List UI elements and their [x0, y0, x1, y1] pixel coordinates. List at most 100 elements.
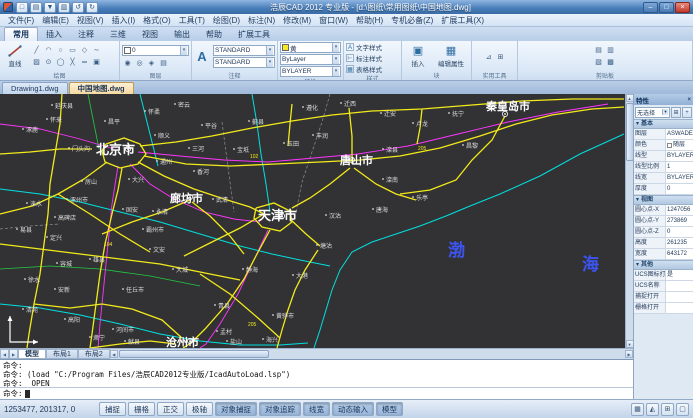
- multiline-icon[interactable]: ═: [79, 57, 90, 68]
- line-icon[interactable]: ╱: [31, 45, 42, 56]
- ellipse-icon[interactable]: ◯: [55, 57, 66, 68]
- clipboard-panel-label[interactable]: 剪贴板: [520, 71, 690, 80]
- ribbon-tab-插入[interactable]: 插入: [38, 28, 70, 41]
- color-select[interactable]: 黄 ▾: [280, 42, 341, 53]
- lineweight-select[interactable]: ByLayer ▾: [280, 54, 341, 65]
- property-row[interactable]: 线型BYLAYER: [634, 151, 693, 162]
- menu-item-窗口(W)[interactable]: 窗口(W): [315, 15, 352, 26]
- status-toggle-正交[interactable]: 正交: [157, 402, 184, 416]
- property-value[interactable]: 273869: [666, 216, 693, 226]
- spline-icon[interactable]: ∼: [91, 45, 102, 56]
- insert-block-button[interactable]: ▣ 插入: [405, 45, 431, 68]
- menu-item-修改(M)[interactable]: 修改(M): [279, 15, 315, 26]
- cut-icon[interactable]: ▧: [593, 57, 604, 68]
- circle-icon[interactable]: ○: [55, 45, 66, 56]
- status-toggle-线宽[interactable]: 线宽: [303, 402, 330, 416]
- property-row[interactable]: 捕捉打开: [634, 292, 693, 303]
- chevron-down-icon[interactable]: ▾: [332, 43, 339, 52]
- construction-line-icon[interactable]: ╳: [67, 57, 78, 68]
- horizontal-scrollbar[interactable]: ◀ ▶: [110, 349, 633, 359]
- undo-icon[interactable]: ↺: [72, 2, 84, 13]
- selection-filter-select[interactable]: 无选择 ▾: [635, 107, 670, 118]
- dim-style-select[interactable]: STANDARD ▾: [213, 57, 275, 68]
- layout-tab-布局1[interactable]: 布局1: [46, 349, 78, 359]
- text-tool-button[interactable]: A: [194, 51, 210, 63]
- horizontal-scroll-thumb[interactable]: [119, 350, 269, 358]
- scroll-left-icon[interactable]: ◀: [110, 350, 118, 358]
- rectangle-icon[interactable]: ▭: [67, 45, 78, 56]
- copy-icon[interactable]: ▥: [605, 45, 616, 56]
- menu-item-扩展工具(X)[interactable]: 扩展工具(X): [437, 15, 488, 26]
- property-row[interactable]: 线型比例1: [634, 162, 693, 173]
- property-value[interactable]: [666, 281, 693, 291]
- property-row[interactable]: 图层ASWADE: [634, 129, 693, 140]
- command-prompt[interactable]: 命令:: [0, 388, 633, 399]
- property-section-header[interactable]: ▾基本: [634, 119, 693, 129]
- layers-panel-label[interactable]: 图层: [122, 71, 189, 80]
- ribbon-tab-三维[interactable]: 三维: [102, 28, 134, 41]
- ribbon-tab-注释[interactable]: 注释: [70, 28, 102, 41]
- model-space-icon[interactable]: ▦: [631, 403, 644, 416]
- palette-close-icon[interactable]: ×: [687, 97, 691, 103]
- redo-icon[interactable]: ↻: [86, 2, 98, 13]
- ribbon-tab-常用[interactable]: 常用: [4, 27, 38, 41]
- properties-palette-header[interactable]: 特性 ×: [634, 94, 693, 105]
- clean-screen-icon[interactable]: ▢: [676, 403, 689, 416]
- table-style-button[interactable]: ▦表格样式: [346, 64, 382, 74]
- layout-tab-模型[interactable]: 模型: [18, 349, 46, 359]
- point-icon[interactable]: ⊙: [43, 57, 54, 68]
- property-row[interactable]: 宽度643172: [634, 249, 693, 260]
- chevron-down-icon[interactable]: ▾: [266, 46, 273, 55]
- property-value[interactable]: 0: [666, 184, 693, 194]
- ribbon-tab-输出[interactable]: 输出: [166, 28, 198, 41]
- property-row[interactable]: 圆心点-Z0: [634, 227, 693, 238]
- property-value[interactable]: 随层: [666, 140, 693, 150]
- select-objects-button[interactable]: +: [682, 107, 692, 118]
- edit-attributes-button[interactable]: ▦ 编辑属性: [434, 45, 468, 68]
- draw-panel-label[interactable]: 绘图: [2, 71, 117, 80]
- styles-panel-label[interactable]: 样式: [346, 74, 399, 81]
- save-file-icon[interactable]: ▼: [44, 2, 56, 13]
- status-toggle-捕捉[interactable]: 捕捉: [99, 402, 126, 416]
- linetype-select[interactable]: BYLAYER ▾: [280, 66, 341, 77]
- drawing-canvas[interactable]: 延庆县怀柔密云平谷顺义昌平通州大兴房山门头沟三河香河宝坻蓟县玉田丰润遵化迁西迁安…: [0, 94, 625, 348]
- utilities-panel-label[interactable]: 实用工具: [474, 71, 515, 80]
- property-value[interactable]: 0: [666, 227, 693, 237]
- status-toggle-极轴[interactable]: 极轴: [186, 402, 213, 416]
- layout-nav-left-icon[interactable]: ◀: [0, 349, 9, 359]
- chevron-down-icon[interactable]: ▾: [180, 46, 187, 55]
- menu-item-格式(O)[interactable]: 格式(O): [139, 15, 175, 26]
- menu-item-标注(N)[interactable]: 标注(N): [244, 15, 279, 26]
- quick-select-button[interactable]: ⊞: [671, 107, 681, 118]
- arc-icon[interactable]: ◠: [43, 45, 54, 56]
- chevron-down-icon[interactable]: ▾: [266, 58, 273, 67]
- property-section-header[interactable]: ▾其他: [634, 260, 693, 270]
- property-row[interactable]: 圆心点-Y273869: [634, 216, 693, 227]
- layout-nav-right-icon[interactable]: ▶: [9, 349, 18, 359]
- property-section-header[interactable]: ▾视图: [634, 195, 693, 205]
- property-value[interactable]: BYLAYER: [666, 173, 693, 183]
- property-value[interactable]: 261235: [666, 238, 693, 248]
- menu-item-工具(T)[interactable]: 工具(T): [175, 15, 209, 26]
- status-toggle-栅格[interactable]: 栅格: [128, 402, 155, 416]
- chevron-down-icon[interactable]: ▾: [332, 55, 339, 64]
- menu-item-绘图(D)[interactable]: 绘图(D): [209, 15, 244, 26]
- property-row[interactable]: 线宽BYLAYER: [634, 173, 693, 184]
- property-value[interactable]: 1247056: [666, 205, 693, 215]
- property-row[interactable]: 圆心点-X1247056: [634, 205, 693, 216]
- menu-item-视图(V)[interactable]: 视图(V): [73, 15, 108, 26]
- block-panel-label[interactable]: 块: [404, 71, 469, 80]
- document-tab[interactable]: Drawing1.dwg: [2, 82, 68, 94]
- paste-icon[interactable]: ▤: [593, 45, 604, 56]
- layer-freeze-icon[interactable]: ◎: [134, 57, 145, 68]
- chevron-down-icon[interactable]: ▾: [332, 67, 339, 76]
- property-value[interactable]: [666, 292, 693, 302]
- layout-tab-布局2[interactable]: 布局2: [78, 349, 110, 359]
- line-tool-button[interactable]: 直线: [2, 45, 28, 68]
- property-value[interactable]: 643172: [666, 249, 693, 259]
- menu-item-专机必备(Z)[interactable]: 专机必备(Z): [387, 15, 437, 26]
- property-value[interactable]: BYLAYER: [666, 151, 693, 161]
- property-row[interactable]: 栅格打开: [634, 303, 693, 314]
- annotate-panel-label[interactable]: 注释: [194, 71, 275, 80]
- property-row[interactable]: 厚度0: [634, 184, 693, 195]
